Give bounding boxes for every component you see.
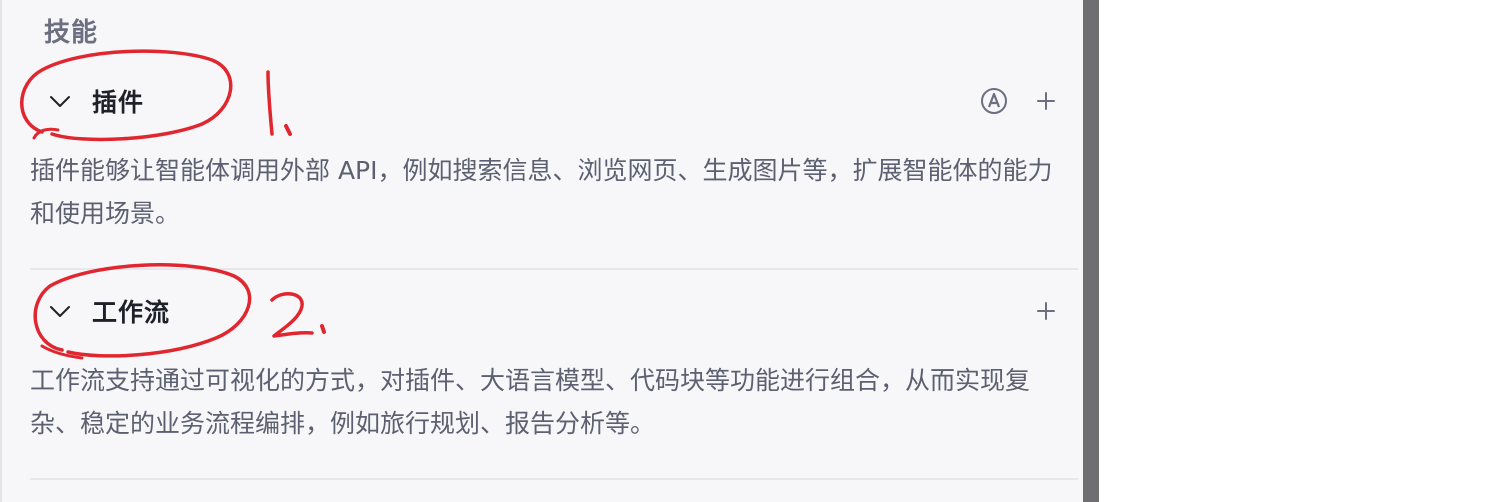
divider bbox=[30, 268, 1078, 270]
plugin-label: 插件 bbox=[92, 88, 145, 117]
chevron-down-icon[interactable] bbox=[48, 89, 72, 113]
plugin-description: 插件能够让智能体调用外部 API，例如搜索信息、浏览网页、生成图片等，扩展智能体… bbox=[30, 156, 1053, 228]
workflow-actions bbox=[1036, 301, 1056, 321]
add-plugin-button[interactable] bbox=[1036, 91, 1056, 111]
ellipse-mark-1-tail bbox=[32, 127, 60, 140]
add-workflow-button[interactable] bbox=[1036, 301, 1056, 321]
plugin-section-header[interactable]: 插件 bbox=[30, 73, 1078, 129]
chevron-down-icon[interactable] bbox=[48, 299, 72, 323]
plugin-actions bbox=[980, 87, 1056, 115]
section-title: 技能 bbox=[44, 18, 99, 48]
workflow-description: 工作流支持通过可视化的方式，对插件、大语言模型、代码块等功能进行组合，从而实现复… bbox=[30, 366, 1031, 438]
scrollbar[interactable] bbox=[1083, 0, 1099, 502]
workflow-label: 工作流 bbox=[92, 298, 171, 327]
skills-panel: 技能 插件 插件能够让智能体调用外部 API，例如搜索信息、浏览网页、生成图片等… bbox=[0, 0, 1083, 502]
workflow-section-header[interactable]: 工作流 bbox=[30, 283, 1078, 339]
auto-mode-icon[interactable] bbox=[980, 87, 1008, 115]
divider bbox=[30, 478, 1078, 480]
ellipse-mark-2-tail bbox=[40, 344, 84, 360]
